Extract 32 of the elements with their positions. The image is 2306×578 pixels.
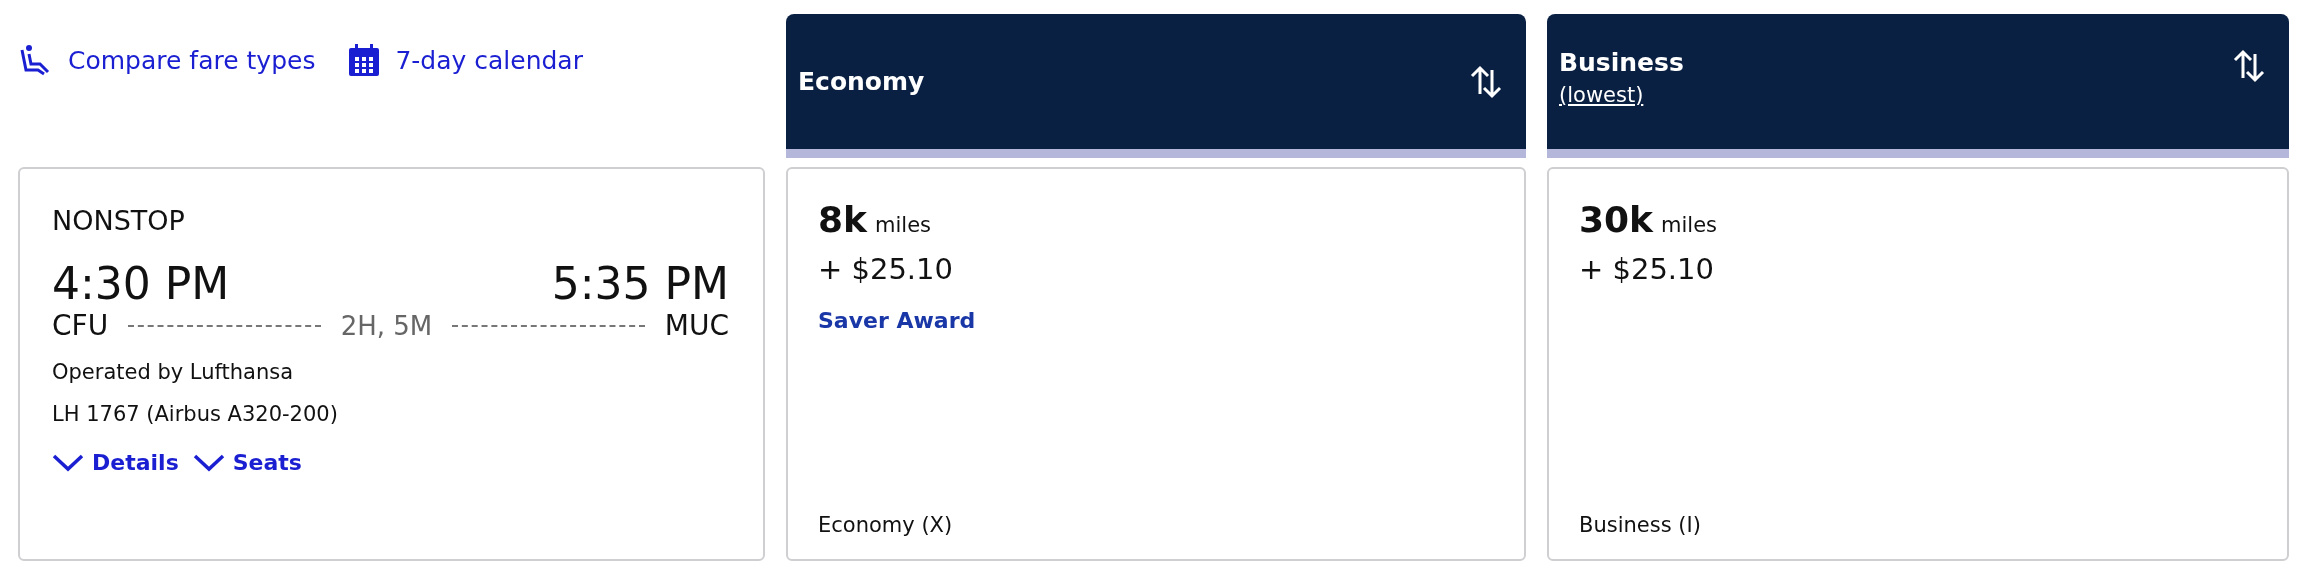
miles-amount: 30k: [1579, 199, 1654, 240]
miles-amount: 8k: [818, 199, 867, 240]
fare-card[interactable]: 30k miles + $25.10 Business (I): [1547, 167, 2289, 561]
fare-column-title: Business: [1559, 48, 1684, 77]
arrival-time: 5:35 PM: [551, 258, 729, 309]
toolbar-link[interactable]: 7-day calendar: [349, 44, 583, 76]
calendar-icon: [349, 44, 380, 76]
seat-icon: [18, 44, 52, 76]
sort-icon[interactable]: [2233, 48, 2267, 84]
miles-unit: miles: [1661, 213, 1718, 237]
origin-airport: CFU: [52, 309, 109, 342]
award-link[interactable]: Saver Award: [818, 308, 1494, 333]
destination-airport: MUC: [664, 309, 729, 342]
fare-class: Business (I): [1579, 513, 1702, 537]
departure-time: 4:30 PM: [52, 258, 230, 309]
chevron-down-icon: [52, 453, 84, 472]
fare-card[interactable]: 8k miles + $25.10 Saver Award Economy (X): [786, 167, 1526, 561]
fare-price: + $25.10: [1579, 252, 1715, 286]
lowest-link[interactable]: (lowest): [1559, 83, 1684, 107]
sort-icon[interactable]: [1470, 63, 1504, 100]
flight-duration: 2H, 5M: [340, 310, 433, 341]
chevron-down-icon: [192, 453, 225, 472]
expand-link[interactable]: Seats: [192, 450, 302, 475]
fare-class: Economy (X): [818, 513, 954, 537]
fare-column-title: Economy: [798, 67, 925, 96]
miles-unit: miles: [875, 213, 931, 237]
flight-number: LH 1767 (Airbus A320-200): [52, 402, 339, 426]
stops-label: NONSTOP: [52, 205, 186, 236]
toolbar-link[interactable]: Compare fare types: [18, 44, 316, 76]
expand-link[interactable]: Details: [52, 450, 179, 475]
operator-text: Operated by Lufthansa: [52, 360, 295, 384]
fare-price: + $25.10: [818, 252, 954, 286]
